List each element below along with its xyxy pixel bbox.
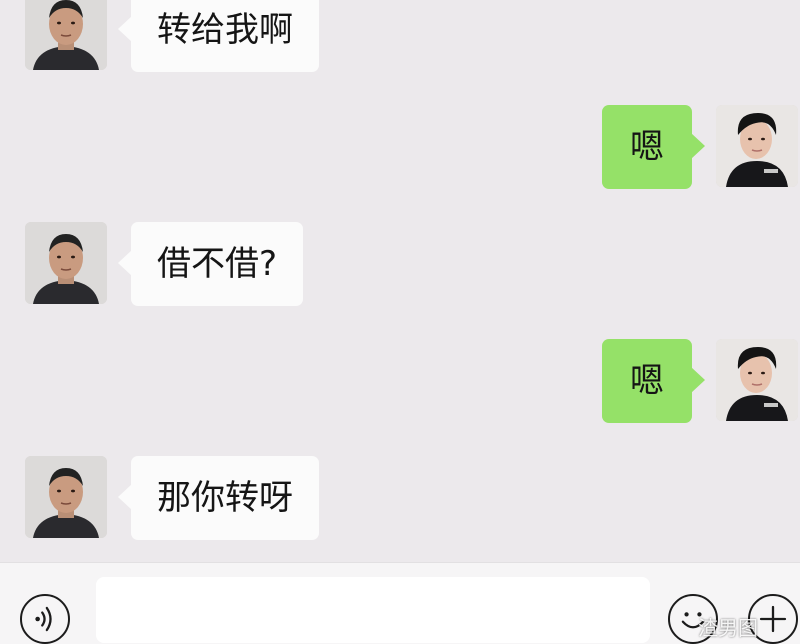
message-row-received: 转给我啊 <box>0 0 800 72</box>
message-bubble[interactable]: 嗯 <box>602 105 705 189</box>
contact-avatar[interactable] <box>25 222 107 304</box>
voice-icon[interactable] <box>20 594 70 644</box>
chat-area[interactable]: 转给我啊 嗯 借不借? 嗯 那你转呀 <box>0 0 800 562</box>
chat-input-bar <box>0 562 800 644</box>
message-bubble[interactable]: 转给我啊 <box>118 0 319 72</box>
contact-avatar[interactable] <box>25 0 107 70</box>
message-row-received: 借不借? <box>0 222 800 306</box>
message-bubble[interactable]: 那你转呀 <box>118 456 319 540</box>
contact-avatar[interactable] <box>25 456 107 538</box>
message-bubble[interactable]: 借不借? <box>117 222 304 306</box>
self-avatar[interactable] <box>716 339 798 421</box>
message-row-received: 那你转呀 <box>0 456 800 540</box>
self-avatar[interactable] <box>716 105 798 187</box>
message-row-sent: 嗯 <box>0 105 800 189</box>
message-bubble[interactable]: 嗯 <box>602 339 705 423</box>
message-row-sent: 嗯 <box>0 339 800 423</box>
message-input[interactable] <box>96 577 650 643</box>
watermark-text: 渣男图 <box>698 616 758 640</box>
